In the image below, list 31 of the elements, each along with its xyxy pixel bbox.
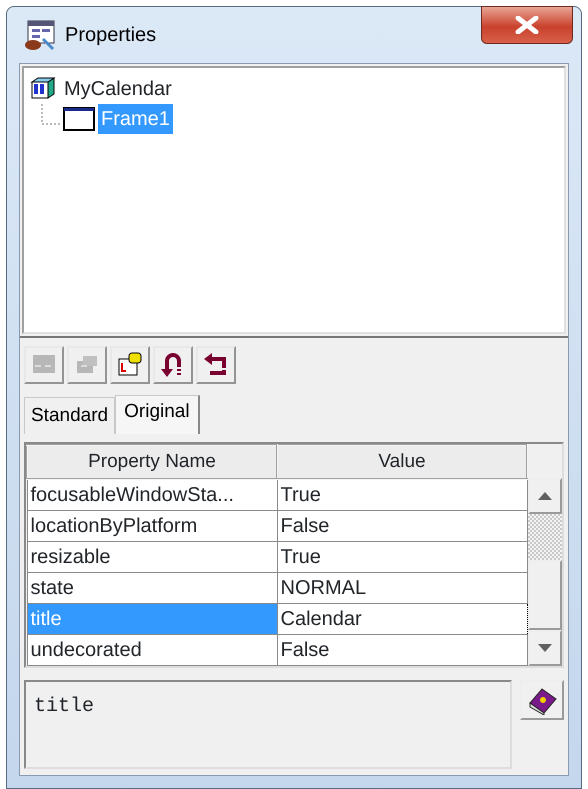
column-header[interactable]: Property Name	[27, 445, 277, 479]
properties-window-icon	[23, 19, 57, 51]
table-cell[interactable]: resizable	[27, 541, 277, 572]
column-header[interactable]: Value	[277, 445, 527, 479]
table-cell[interactable]: state	[27, 572, 277, 603]
close-icon	[514, 16, 540, 34]
scroll-up-button[interactable]	[528, 478, 562, 514]
table-cell[interactable]: False	[277, 510, 527, 541]
tab[interactable]: Original	[115, 394, 200, 434]
up-arrow-icon	[538, 492, 552, 500]
table-cell[interactable]: False	[277, 634, 527, 665]
window-title: Properties	[65, 23, 156, 48]
down-arrow-icon	[538, 644, 552, 652]
table-cell[interactable]: True	[277, 479, 527, 510]
tab[interactable]: Standard	[24, 396, 116, 434]
toolbar-button[interactable]	[110, 346, 150, 384]
scroll-thumb[interactable]	[528, 560, 562, 630]
component-icon	[30, 76, 58, 102]
frame-icon	[63, 106, 95, 132]
toolbar-button[interactable]	[153, 346, 193, 384]
table-cell[interactable]: undecorated	[27, 634, 277, 665]
scroll-down-button[interactable]	[528, 630, 562, 666]
table-cell[interactable]: focusableWindowSta...	[27, 479, 277, 510]
toolbar-button[interactable]	[196, 346, 236, 384]
table-cell[interactable]: True	[277, 541, 527, 572]
close-button[interactable]	[481, 6, 573, 44]
table-cell[interactable]: locationByPlatform	[27, 510, 277, 541]
tree-item[interactable]: MyCalendar	[61, 74, 175, 104]
table-cell[interactable]: NORMAL	[277, 572, 527, 603]
table-cell[interactable]: Calendar	[277, 603, 527, 634]
description-text: title	[34, 694, 94, 718]
